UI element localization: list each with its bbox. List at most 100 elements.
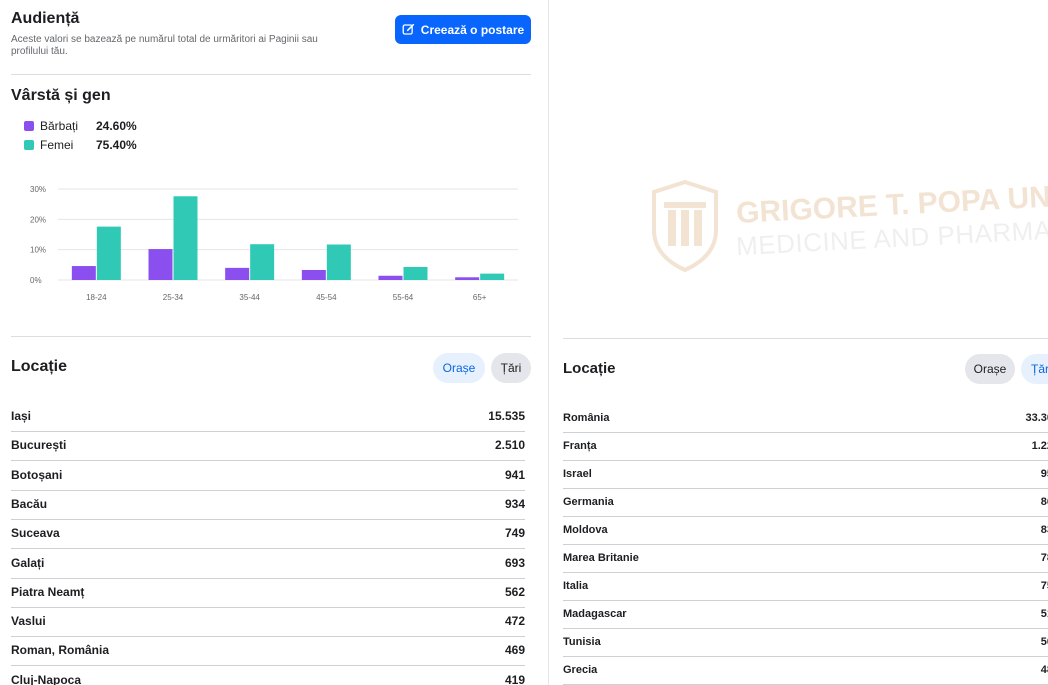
bar-men-45-54[interactable] (301, 269, 326, 280)
table-row[interactable]: Grecia 48 (563, 657, 1048, 685)
table-row[interactable]: Galați 693 (11, 550, 525, 579)
table-row[interactable]: Iași 15.535 (11, 403, 525, 432)
x-tick-label: 45-54 (316, 293, 337, 302)
bar-men-55-64[interactable] (378, 275, 403, 280)
table-row[interactable]: Tunisia 50 (563, 629, 1048, 657)
divider (11, 336, 531, 337)
location-name: Tunisia (563, 635, 601, 648)
x-tick-label: 55-64 (393, 293, 414, 302)
table-row[interactable]: Italia 75 (563, 573, 1048, 601)
location-name: Madagascar (563, 607, 627, 620)
location-name: Bacău (11, 496, 48, 511)
audience-subtitle: Aceste valori se bazează pe numărul tota… (11, 34, 318, 57)
x-tick-label: 25-34 (163, 293, 184, 302)
location-name: Grecia (563, 663, 598, 676)
watermark: GRIGORE T. POPA UNIV MEDICINE AND PHARMA (650, 178, 1048, 278)
location-count: 693 (504, 555, 525, 570)
location-count: 51 (1040, 607, 1048, 620)
location-title: Locație (563, 360, 616, 377)
bar-men-25-34[interactable] (148, 249, 173, 280)
location-count: 1.22 (1031, 439, 1048, 452)
table-row[interactable]: Botoșani 941 (11, 462, 525, 491)
location-count: 2.510 (494, 438, 525, 453)
shield-logo-icon (652, 180, 718, 272)
location-name: Iași (11, 409, 32, 423)
table-row[interactable]: Israel 95 (563, 461, 1048, 489)
tab-cities[interactable]: Orașe (965, 354, 1015, 384)
location-count: 83 (1040, 523, 1048, 536)
location-count: 15.535 (488, 409, 525, 423)
table-row[interactable]: Moldova 83 (563, 517, 1048, 545)
table-row[interactable]: Marea Britanie 78 (563, 545, 1048, 573)
bar-women-35-44[interactable] (250, 244, 275, 280)
table-row[interactable]: Bacău 934 (11, 491, 525, 520)
legend-swatch (24, 140, 34, 150)
location-name: Vaslui (11, 614, 46, 629)
location-name: Piatra Neamț (11, 584, 85, 599)
location-count: 749 (504, 526, 525, 541)
location-name: Cluj-Napoca (11, 672, 82, 685)
y-tick-label: 0% (30, 276, 42, 285)
bar-women-45-54[interactable] (326, 244, 351, 280)
bar-men-18-24[interactable] (71, 266, 96, 280)
location-name: Germania (563, 495, 614, 508)
table-row[interactable]: Franța 1.22 (563, 433, 1048, 461)
location-count: 419 (504, 672, 525, 685)
legend-item-men: Bărbați 24.60% (24, 119, 137, 133)
location-count: 472 (504, 614, 525, 629)
table-row[interactable]: Suceava 749 (11, 520, 525, 550)
location-name: Marea Britanie (563, 551, 639, 564)
bar-women-25-34[interactable] (173, 196, 198, 280)
location-name: România (563, 411, 610, 424)
age-gender-chart: 0% 10% 20% 30% 18-24 25-34 35-44 45-54 55-64 65+ (30, 185, 518, 302)
table-row[interactable]: Roman, România 469 (11, 637, 525, 667)
country-panel: GRIGORE T. POPA UNIV MEDICINE AND PHARMA… (549, 0, 1048, 685)
bar-women-55-64[interactable] (403, 266, 428, 280)
location-name: Israel (563, 467, 592, 480)
location-count: 562 (504, 584, 525, 599)
edit-icon (402, 23, 414, 35)
bar-women-65+[interactable] (480, 273, 505, 280)
tab-countries[interactable]: Țări (491, 353, 531, 383)
table-row[interactable]: Madagascar 51 (563, 601, 1048, 629)
location-count: 48 (1040, 663, 1048, 676)
location-count: 469 (504, 643, 525, 658)
divider (563, 338, 1048, 339)
tab-cities[interactable]: Orașe (433, 353, 485, 383)
create-post-button[interactable]: Creează o postare (395, 15, 531, 44)
table-row[interactable]: București 2.510 (11, 432, 525, 462)
x-tick-label: 18-24 (86, 293, 107, 302)
table-row[interactable]: Piatra Neamț 562 (11, 579, 525, 608)
table-row[interactable]: Vaslui 472 (11, 608, 525, 638)
location-name: Suceava (11, 526, 60, 541)
table-row[interactable]: România 33.30 (563, 405, 1048, 433)
x-tick-label: 65+ (473, 293, 487, 302)
location-title: Locație (11, 358, 68, 375)
watermark-line2: MEDICINE AND PHARMA (735, 214, 1048, 262)
audience-panel: Audiență Aceste valori se bazează pe num… (0, 0, 542, 685)
bar-men-35-44[interactable] (225, 267, 250, 280)
legend-item-women: Femei 75.40% (24, 138, 137, 152)
y-tick-label: 30% (30, 185, 46, 194)
legend-value: 24.60% (96, 119, 137, 133)
table-row[interactable]: Cluj-Napoca 419 (11, 667, 525, 685)
y-tick-label: 20% (30, 215, 46, 224)
legend-swatch (24, 121, 34, 131)
tab-countries[interactable]: Țări (1021, 354, 1048, 384)
location-name: Moldova (563, 523, 608, 536)
location-count: 86 (1040, 495, 1048, 508)
bar-women-18-24[interactable] (96, 226, 121, 280)
location-name: Botoșani (11, 467, 63, 482)
y-tick-label: 10% (30, 246, 46, 255)
x-tick-label: 35-44 (239, 293, 260, 302)
legend-label: Bărbați (40, 119, 79, 133)
bar-men-65+[interactable] (455, 277, 480, 280)
create-post-label: Creează o postare (420, 22, 525, 37)
table-row[interactable]: Germania 86 (563, 489, 1048, 517)
audience-title: Audiență (11, 10, 80, 27)
location-count: 934 (504, 496, 525, 511)
watermark-line1: GRIGORE T. POPA UNIV (735, 179, 1048, 230)
location-name: Roman, România (11, 643, 110, 658)
location-count: 78 (1040, 551, 1048, 564)
location-count: 95 (1040, 467, 1048, 480)
